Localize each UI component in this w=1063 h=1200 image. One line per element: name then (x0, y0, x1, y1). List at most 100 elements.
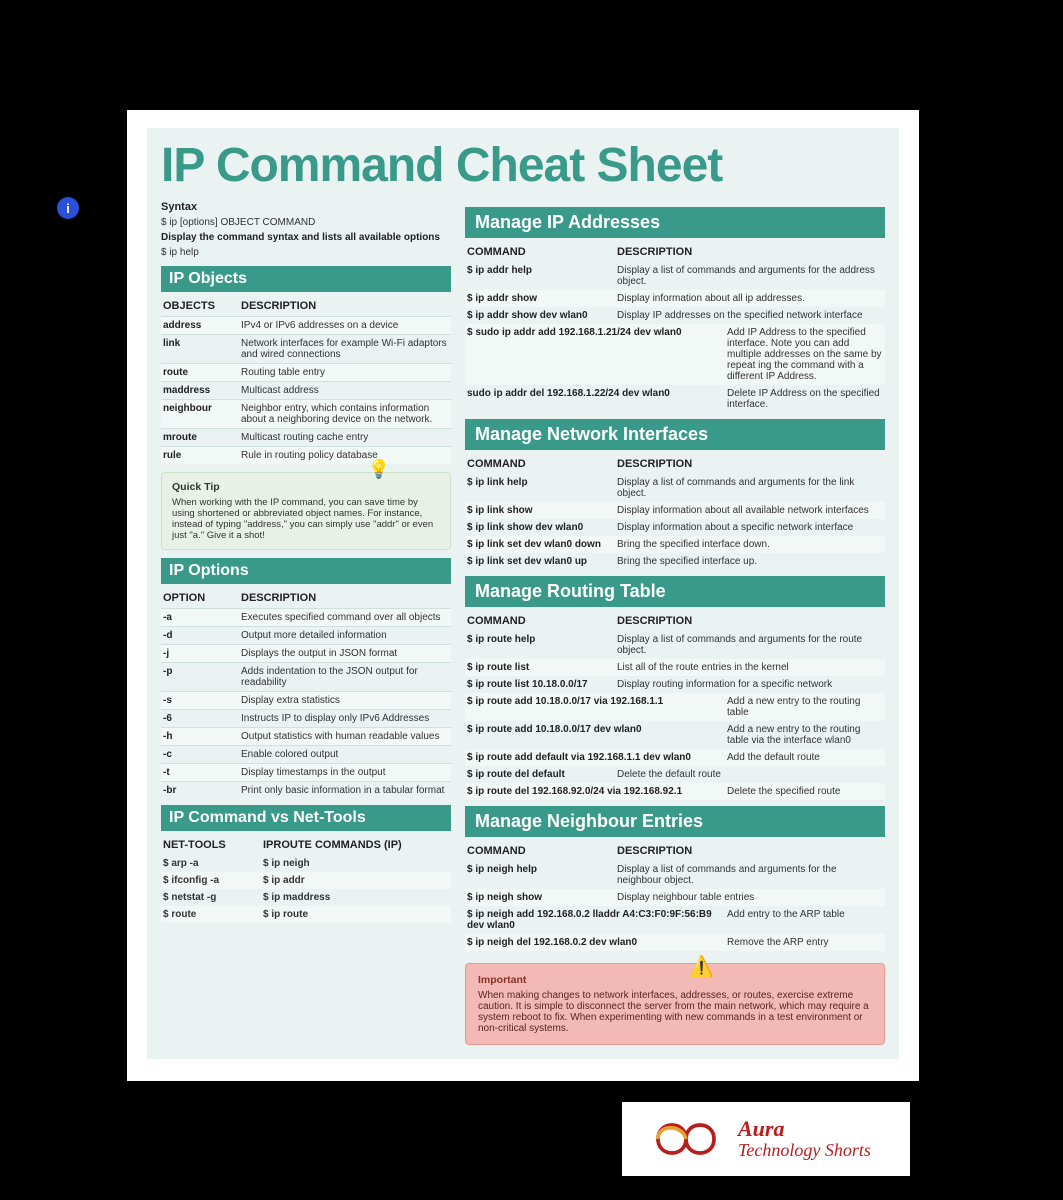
cell-key: $ route (163, 909, 263, 920)
cell-value: Delete the default route (617, 769, 883, 780)
cell-value: Display a list of commands and arguments… (617, 864, 883, 886)
tip-body: When working with the IP command, you ca… (172, 497, 440, 541)
nettools-col1: NET-TOOLS (163, 839, 263, 851)
cell-value: Display routing information for a specif… (617, 679, 883, 690)
options-col2: DESCRIPTION (241, 592, 449, 604)
cell-value: Add a new entry to the routing table via… (727, 724, 883, 746)
cell-value: Multicast routing cache entry (241, 432, 449, 443)
table-row: -brPrint only basic information in a tab… (161, 781, 451, 799)
page-title: IP Command Cheat Sheet (161, 138, 885, 193)
addr-col2: DESCRIPTION (617, 246, 883, 258)
table-row: $ sudo ip addr add 192.168.1.21/24 dev w… (465, 324, 885, 385)
table-row: $ ip route add default via 192.168.1.1 d… (465, 749, 885, 766)
table-row: $ ip route add 10.18.0.0/17 via 192.168.… (465, 693, 885, 721)
cell-value: Display timestamps in the output (241, 767, 449, 778)
cell-value: Instructs IP to display only IPv6 Addres… (241, 713, 449, 724)
table-row: mrouteMulticast routing cache entry (161, 428, 451, 446)
cell-key: neighbour (163, 403, 241, 425)
cell-key: sudo ip addr del 192.168.1.22/24 dev wla… (467, 388, 727, 410)
table-row: $ ip route listList all of the route ent… (465, 659, 885, 676)
cell-value: Executes specified command over all obje… (241, 612, 449, 623)
table-row: $ ip addr show dev wlan0Display IP addre… (465, 307, 885, 324)
cell-key: -6 (163, 713, 241, 724)
cell-key: $ sudo ip addr add 192.168.1.21/24 dev w… (467, 327, 727, 382)
table-row: routeRouting table entry (161, 363, 451, 381)
cell-value: $ ip addr (263, 875, 449, 886)
cell-value: $ ip route (263, 909, 449, 920)
table-row: $ ifconfig -a$ ip addr (161, 872, 451, 889)
tip-title: Quick Tip (172, 481, 440, 493)
table-row: $ ip addr showDisplay information about … (465, 290, 885, 307)
iface-header: Manage Network Interfaces (465, 419, 885, 450)
cell-value: Network interfaces for example Wi-Fi ada… (241, 338, 449, 360)
cell-value: $ ip maddress (263, 892, 449, 903)
cell-key: $ ip route del default (467, 769, 617, 780)
table-row: $ ip neigh showDisplay neighbour table e… (465, 889, 885, 906)
table-row: $ ip route helpDisplay a list of command… (465, 631, 885, 659)
cell-value: Display a list of commands and arguments… (617, 477, 883, 499)
cell-value: Display extra statistics (241, 695, 449, 706)
brand-logo: Aura Technology Shorts (622, 1102, 910, 1176)
cell-value: Delete the specified route (727, 786, 883, 797)
cell-key: $ ip neigh help (467, 864, 617, 886)
cell-value: Routing table entry (241, 367, 449, 378)
info-icon: i (57, 197, 79, 219)
syntax-command: $ ip [options] OBJECT COMMAND (161, 217, 451, 228)
cell-value: Display information about all available … (617, 505, 883, 516)
table-row: neighbourNeighbor entry, which contains … (161, 399, 451, 428)
syntax-help: $ ip help (161, 247, 451, 258)
table-row: $ ip link showDisplay information about … (465, 502, 885, 519)
cell-key: -h (163, 731, 241, 742)
cell-value: Delete IP Address on the specified inter… (727, 388, 883, 410)
cell-key: $ ip route list 10.18.0.0/17 (467, 679, 617, 690)
cell-key: mroute (163, 432, 241, 443)
syntax-desc: Display the command syntax and lists all… (161, 232, 451, 243)
cell-value: Rule in routing policy database (241, 450, 449, 461)
table-row: $ arp -a$ ip neigh (161, 855, 451, 872)
logo-text-1: Aura (738, 1118, 871, 1140)
cell-key: -j (163, 648, 241, 659)
cell-key: -c (163, 749, 241, 760)
table-row: $ ip neigh helpDisplay a list of command… (465, 861, 885, 889)
table-row: addressIPv4 or IPv6 addresses on a devic… (161, 316, 451, 334)
table-row: $ netstat -g$ ip maddress (161, 889, 451, 906)
table-row: $ ip route add 10.18.0.0/17 dev wlan0Add… (465, 721, 885, 749)
warn-title: Important (478, 974, 872, 986)
table-row: linkNetwork interfaces for example Wi-Fi… (161, 334, 451, 363)
sheet-inner: IP Command Cheat Sheet Syntax i $ ip [op… (147, 128, 899, 1059)
cell-key: -t (163, 767, 241, 778)
warn-body: When making changes to network interface… (478, 990, 872, 1034)
cell-value: $ ip neigh (263, 858, 449, 869)
cell-value: Adds indentation to the JSON output for … (241, 666, 449, 688)
cell-value: IPv4 or IPv6 addresses on a device (241, 320, 449, 331)
syntax-section: Syntax i $ ip [options] OBJECT COMMAND D… (161, 201, 451, 258)
cell-value: Remove the ARP entry (727, 937, 883, 948)
table-row: $ ip route list 10.18.0.0/17Display rout… (465, 676, 885, 693)
addr-col1: COMMAND (467, 246, 617, 258)
cell-key: -s (163, 695, 241, 706)
cell-value: Output more detailed information (241, 630, 449, 641)
table-row: $ ip link set dev wlan0 upBring the spec… (465, 553, 885, 570)
cell-value: Output statistics with human readable va… (241, 731, 449, 742)
table-row: -aExecutes specified command over all ob… (161, 608, 451, 626)
cell-key: $ ip route del 192.168.92.0/24 via 192.1… (467, 786, 727, 797)
cell-value: Add IP Address to the specified interfac… (727, 327, 883, 382)
cell-value: Neighbor entry, which contains informati… (241, 403, 449, 425)
table-row: ruleRule in routing policy database (161, 446, 451, 464)
cell-key: $ ip route list (467, 662, 617, 673)
cell-key: $ ip route add 10.18.0.0/17 via 192.168.… (467, 696, 727, 718)
cell-key: -p (163, 666, 241, 688)
table-row: $ ip link helpDisplay a list of commands… (465, 474, 885, 502)
right-column: Manage IP Addresses COMMANDDESCRIPTION $… (465, 201, 885, 1045)
cell-value: Display information about a specific net… (617, 522, 883, 533)
nettools-header: IP Command vs Net-Tools (161, 805, 451, 831)
table-row: -dOutput more detailed information (161, 626, 451, 644)
syntax-label: Syntax (161, 201, 197, 213)
neigh-col1: COMMAND (467, 845, 617, 857)
cell-key: $ ip addr help (467, 265, 617, 287)
nettools-col2: IPROUTE COMMANDS (IP) (263, 839, 449, 851)
table-row: $ ip route del defaultDelete the default… (465, 766, 885, 783)
warning-icon: ⚠️ (689, 954, 714, 979)
cell-key: $ ip link show dev wlan0 (467, 522, 617, 533)
cell-key: $ ip link help (467, 477, 617, 499)
